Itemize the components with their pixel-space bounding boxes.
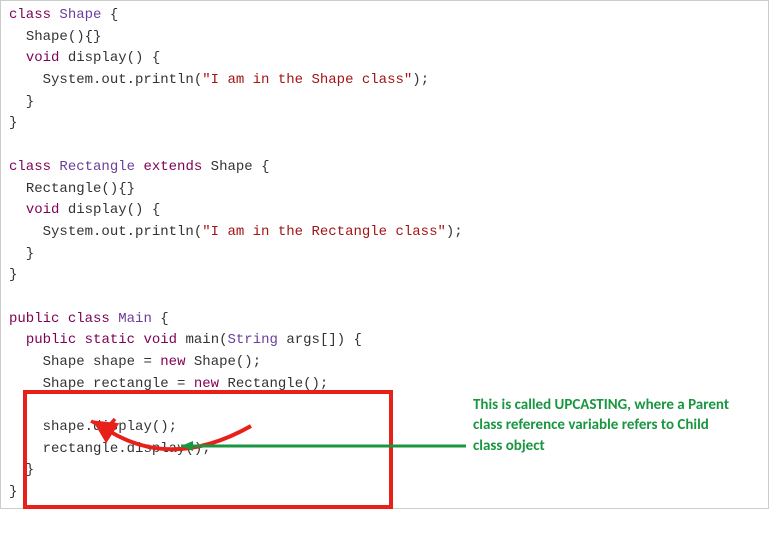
keyword-class: class <box>9 159 51 175</box>
class-name: Rectangle <box>59 159 135 175</box>
keyword-class: class <box>68 311 110 327</box>
superclass: Shape <box>211 159 253 175</box>
param-args: args <box>286 332 320 348</box>
string-literal: "I am in the Shape class" <box>202 72 412 88</box>
annotation-text: This is called UPCASTING, where a Parent… <box>473 395 733 456</box>
var-rectangle: rectangle <box>93 376 169 392</box>
ctor-call: Rectangle <box>228 376 304 392</box>
class-name: Main <box>118 311 152 327</box>
method-call: display <box>127 441 186 457</box>
keyword-public: public <box>26 332 76 348</box>
sysout: System.out.println <box>43 72 194 88</box>
keyword-void: void <box>143 332 177 348</box>
method-name: main <box>185 332 219 348</box>
ctor: Rectangle(){} <box>26 181 135 197</box>
method-name: display <box>68 202 127 218</box>
keyword-new: new <box>194 376 219 392</box>
ctor-call: Shape <box>194 354 236 370</box>
keyword-new: new <box>160 354 185 370</box>
var-shape: shape <box>93 354 135 370</box>
class-name: Shape <box>59 7 101 23</box>
keyword-extends: extends <box>143 159 202 175</box>
type-shape: Shape <box>43 354 85 370</box>
keyword-public: public <box>9 311 59 327</box>
method-call: display <box>93 419 152 435</box>
string-literal: "I am in the Rectangle class" <box>202 224 446 240</box>
ctor: Shape(){} <box>26 29 102 45</box>
keyword-static: static <box>85 332 135 348</box>
type-string: String <box>228 332 278 348</box>
type-shape: Shape <box>43 376 85 392</box>
keyword-void: void <box>26 50 60 66</box>
keyword-class: class <box>9 7 51 23</box>
method-name: display <box>68 50 127 66</box>
keyword-void: void <box>26 202 60 218</box>
var-ref: shape <box>43 419 85 435</box>
var-ref: rectangle <box>43 441 119 457</box>
sysout: System.out.println <box>43 224 194 240</box>
